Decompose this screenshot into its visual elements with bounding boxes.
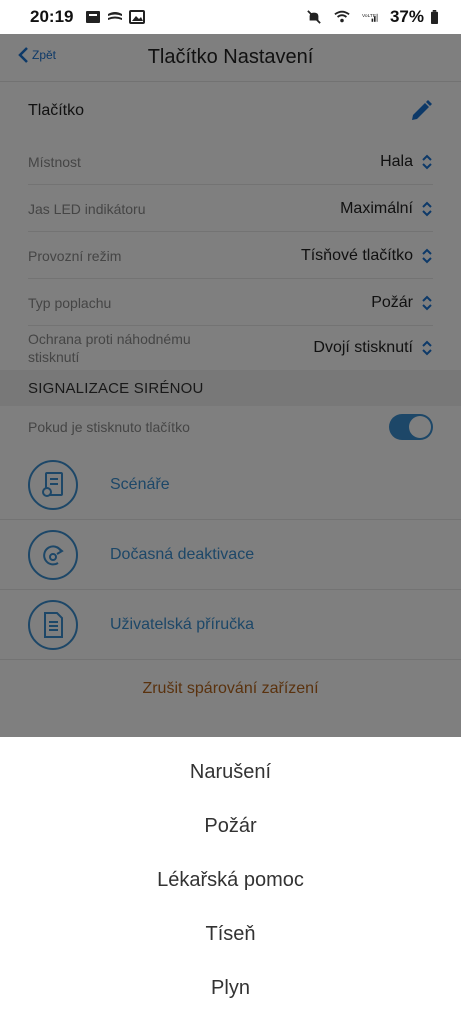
picker-option[interactable]: Lékařská pomoc — [0, 869, 461, 892]
modal-overlay[interactable] — [0, 34, 461, 737]
mute-icon — [307, 10, 321, 24]
wifi-icon — [334, 10, 350, 23]
picker-option[interactable]: Plyn — [0, 977, 461, 1000]
status-right: VoLTE 37% — [306, 7, 445, 27]
svg-text:VoLTE: VoLTE — [362, 13, 376, 19]
picker-option[interactable]: Tíseň — [0, 923, 461, 946]
signal-icon: VoLTE — [362, 13, 378, 22]
picker-option[interactable]: Narušení — [0, 761, 461, 784]
image-icon — [129, 10, 146, 24]
battery-level: 37% — [389, 7, 424, 26]
picker-option[interactable]: Požár — [0, 815, 461, 838]
notification-icon — [86, 11, 101, 23]
battery-icon — [431, 10, 438, 24]
settings-screen: 20:19 VoLTE 37% Zpět Tlačítko Nastavení … — [0, 0, 461, 1024]
status-time: 20:19 — [30, 7, 74, 26]
alarm-type-picker-sheet: Narušení Požár Lékařská pomoc Tíseň Plyn — [0, 737, 461, 1024]
mail-icon — [108, 12, 123, 20]
status-bar: 20:19 VoLTE 37% — [0, 0, 461, 34]
